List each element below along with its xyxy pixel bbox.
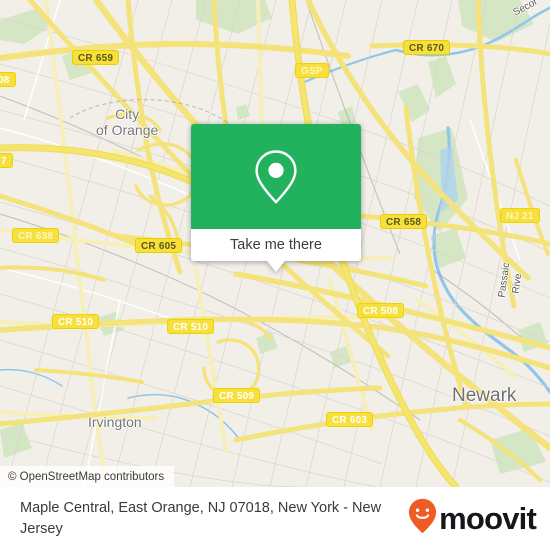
moovit-map-screenshot: .land { fill:#f2efe9; } .green { fill:#c… <box>0 0 550 550</box>
take-me-there-label: Take me there <box>230 237 322 253</box>
callout-header <box>191 124 361 229</box>
place-label-newark: Newark <box>452 385 517 406</box>
attribution-text: © OpenStreetMap contributors <box>8 470 165 483</box>
moovit-wordmark: moovit <box>439 501 537 536</box>
moovit-logo[interactable]: moovit <box>408 498 537 539</box>
road-shield[interactable]: CR 510 <box>167 319 215 334</box>
callout-pointer-tail <box>267 261 285 272</box>
place-label-city-of-orange: City of Orange <box>96 106 159 138</box>
road-shield[interactable]: CR 509 <box>213 388 261 403</box>
place-label-irvington: Irvington <box>88 414 142 430</box>
road-shield[interactable]: GSP <box>295 63 329 78</box>
road-shield[interactable]: CR 510 <box>52 314 100 329</box>
footer-bar: Maple Central, East Orange, NJ 07018, Ne… <box>0 487 550 550</box>
map-canvas[interactable]: .land { fill:#f2efe9; } .green { fill:#c… <box>0 0 550 487</box>
road-shield[interactable]: CR 658 <box>380 214 428 229</box>
road-shield[interactable]: 08 <box>0 72 16 87</box>
road-shield[interactable]: NJ 21 <box>500 208 540 223</box>
take-me-there-button[interactable]: Take me there <box>191 229 361 261</box>
road-shield[interactable]: CR 659 <box>72 50 120 65</box>
road-shield[interactable]: CR 603 <box>326 412 374 427</box>
road-shield[interactable]: CR 638 <box>12 228 60 243</box>
map-pin-icon <box>254 148 298 206</box>
road-shield[interactable]: CR 508 <box>357 303 405 318</box>
road-shield[interactable]: CR 605 <box>135 238 183 253</box>
road-shield[interactable]: CR 670 <box>403 40 451 55</box>
road-shield[interactable]: 7 <box>0 153 13 168</box>
location-title: Maple Central, East Orange, NJ 07018, Ne… <box>20 499 382 537</box>
moovit-pin-icon <box>408 498 437 539</box>
location-callout-card[interactable]: Take me there <box>191 124 361 272</box>
map-attribution[interactable]: © OpenStreetMap contributors <box>0 466 175 487</box>
